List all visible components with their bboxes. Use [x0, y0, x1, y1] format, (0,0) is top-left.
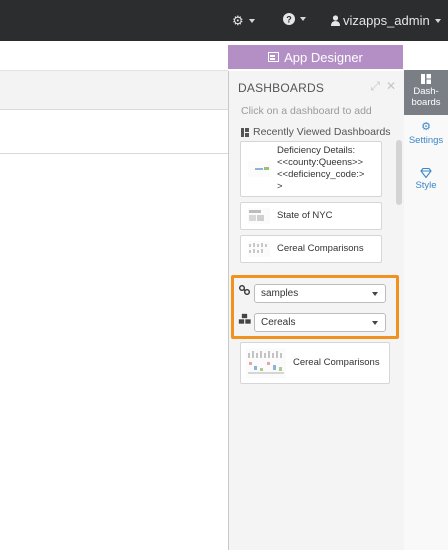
chevron-down-icon	[300, 17, 306, 21]
chevron-down-icon	[372, 292, 378, 296]
recent-heading-label: Recently Viewed Dashboards	[253, 126, 391, 138]
chevron-down-icon	[372, 321, 378, 325]
link-icon	[239, 285, 250, 295]
panel-title: DASHBOARDS	[238, 81, 325, 95]
recent-dashboard-label: Deficiency Details: <<county:Queens>> <<…	[277, 145, 364, 193]
label-line: >	[277, 181, 283, 192]
expand-icon[interactable]: ⤢	[370, 79, 380, 94]
dashboard-thumbnail	[248, 241, 270, 257]
divider	[0, 153, 228, 154]
panel-tools: ⤢ ✕	[370, 79, 396, 94]
tab-label: Settings	[408, 135, 444, 146]
connection-row	[238, 284, 252, 296]
tab-dashboards[interactable]: Dash- boards	[404, 70, 448, 115]
dataset-select-value: Cereals	[261, 317, 296, 328]
top-nav-bar: ⚙ ? vizapps_admin	[0, 0, 448, 41]
dashboard-thumbnail	[248, 208, 270, 224]
dataset-select[interactable]: Cereals	[254, 313, 386, 332]
tab-label: Dash-	[413, 86, 439, 97]
tab-label: boards	[411, 97, 441, 108]
diamond-icon	[420, 168, 432, 178]
dashboard-result-card[interactable]: Cereal Comparisons	[240, 342, 390, 384]
dashboard-icon	[241, 127, 249, 137]
gears-icon: ⚙	[421, 121, 431, 133]
dashboard-result-label: Cereal Comparisons	[293, 357, 380, 368]
help-menu[interactable]: ?	[283, 13, 306, 25]
app-designer-label: App Designer	[284, 49, 363, 65]
app-designer-button[interactable]: App Designer	[228, 45, 403, 69]
cubes-icon	[238, 313, 252, 325]
connection-select[interactable]: samples	[254, 284, 386, 303]
close-icon[interactable]: ✕	[386, 79, 396, 94]
recent-dashboard-card[interactable]: State of NYC	[240, 202, 382, 230]
label-line: Deficiency Details:	[277, 145, 356, 156]
tab-settings[interactable]: ⚙ Settings	[404, 122, 448, 152]
dashboard-thumbnail	[248, 161, 270, 177]
user-icon	[331, 15, 340, 26]
app-designer-icon	[268, 52, 280, 62]
dashboard-header-bar	[0, 70, 228, 110]
tab-style[interactable]: Style	[404, 168, 448, 198]
source-selector-group: samples Cereals	[231, 275, 399, 339]
recent-dashboard-label: State of NYC	[277, 210, 333, 221]
chevron-down-icon	[434, 18, 441, 23]
connection-select-value: samples	[261, 288, 299, 299]
user-menu[interactable]: vizapps_admin	[331, 13, 441, 28]
settings-menu[interactable]: ⚙	[232, 13, 255, 29]
dataset-row	[238, 313, 252, 325]
label-line: <<county:Queens>>	[277, 157, 364, 168]
recent-dashboard-label: Cereal Comparisons	[277, 243, 364, 254]
chevron-down-icon	[248, 19, 255, 23]
question-circle-icon: ?	[283, 13, 295, 25]
side-tab-strip: Dash- boards ⚙ Settings Style	[404, 70, 448, 550]
dashboard-thumbnail	[246, 348, 286, 378]
tab-label: Style	[415, 180, 437, 191]
panel-hint: Click on a dashboard to add	[241, 105, 372, 117]
gear-icon: ⚙	[232, 13, 244, 28]
recent-dashboard-card[interactable]: Cereal Comparisons	[240, 235, 382, 263]
panel-scrollbar[interactable]	[396, 140, 402, 205]
label-line: <<deficiency_code:>	[277, 169, 365, 180]
recent-dashboard-card[interactable]: Deficiency Details: <<county:Queens>> <<…	[240, 141, 382, 197]
username: vizapps_admin	[343, 13, 430, 28]
recent-heading: Recently Viewed Dashboards	[241, 126, 391, 138]
svg-text:?: ?	[286, 15, 292, 25]
dashboard-icon	[421, 74, 431, 84]
